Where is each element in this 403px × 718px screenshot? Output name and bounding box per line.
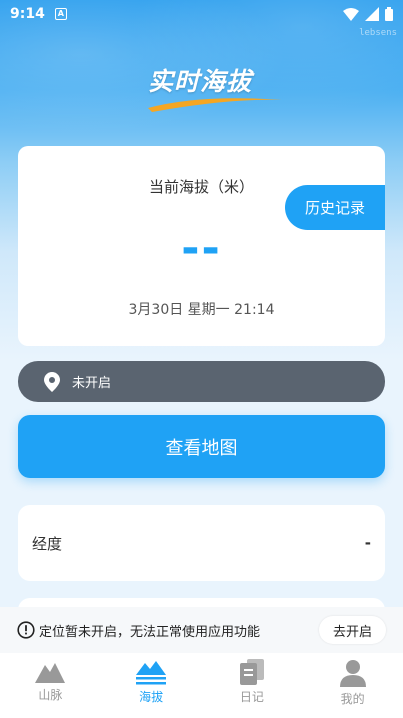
bottom-tab-bar: 山脉 海拔 日记 我的 — [0, 653, 403, 718]
altitude-value: -- — [181, 223, 222, 274]
tab-altitude-label: 海拔 — [139, 690, 164, 704]
longitude-label: 经度 — [32, 534, 63, 553]
longitude-value: - — [364, 534, 371, 552]
alert-circle-icon — [17, 621, 35, 639]
watermark-text: lebsens — [359, 28, 397, 38]
longitude-row: 经度 - — [18, 505, 385, 581]
mountain-icon — [35, 663, 66, 683]
status-icons — [343, 7, 393, 21]
location-pin-icon — [44, 371, 60, 392]
enable-location-button[interactable]: 去开启 — [318, 616, 386, 644]
altitude-icon — [136, 661, 167, 685]
profile-icon — [339, 660, 366, 687]
location-status-text: 未开启 — [72, 376, 112, 391]
tab-diary-label: 日记 — [239, 690, 264, 704]
app-logo: 实时海拔 — [140, 58, 290, 118]
tab-diary[interactable]: 日记 — [202, 653, 303, 718]
status-time: 9:14 — [10, 6, 45, 22]
location-warning-bar: 定位暂未开启，无法正常使用应用功能 去开启 — [0, 607, 403, 653]
status-bar: 9:14 A — [0, 0, 403, 28]
tab-mountains-label: 山脉 — [38, 688, 63, 702]
altitude-datetime: 3月30日 星期一 21:14 — [128, 302, 275, 318]
tab-altitude[interactable]: 海拔 — [101, 653, 202, 718]
logo-swoosh-icon — [148, 98, 282, 112]
warning-text: 定位暂未开启，无法正常使用应用功能 — [39, 624, 261, 640]
tab-mountains[interactable]: 山脉 — [0, 653, 101, 718]
location-status-bar[interactable]: 未开启 — [18, 361, 385, 402]
view-map-button[interactable]: 查看地图 — [18, 415, 385, 478]
diary-icon — [239, 659, 264, 685]
tab-profile-label: 我的 — [340, 692, 365, 706]
altitude-card: 当前海拔（米） 历史记录 -- 3月30日 星期一 21:14 — [18, 146, 385, 346]
wifi-icon — [343, 7, 359, 21]
signal-icon — [365, 7, 379, 21]
notification-icon: A — [54, 8, 67, 20]
tab-profile[interactable]: 我的 — [302, 653, 403, 718]
battery-icon — [385, 7, 393, 21]
